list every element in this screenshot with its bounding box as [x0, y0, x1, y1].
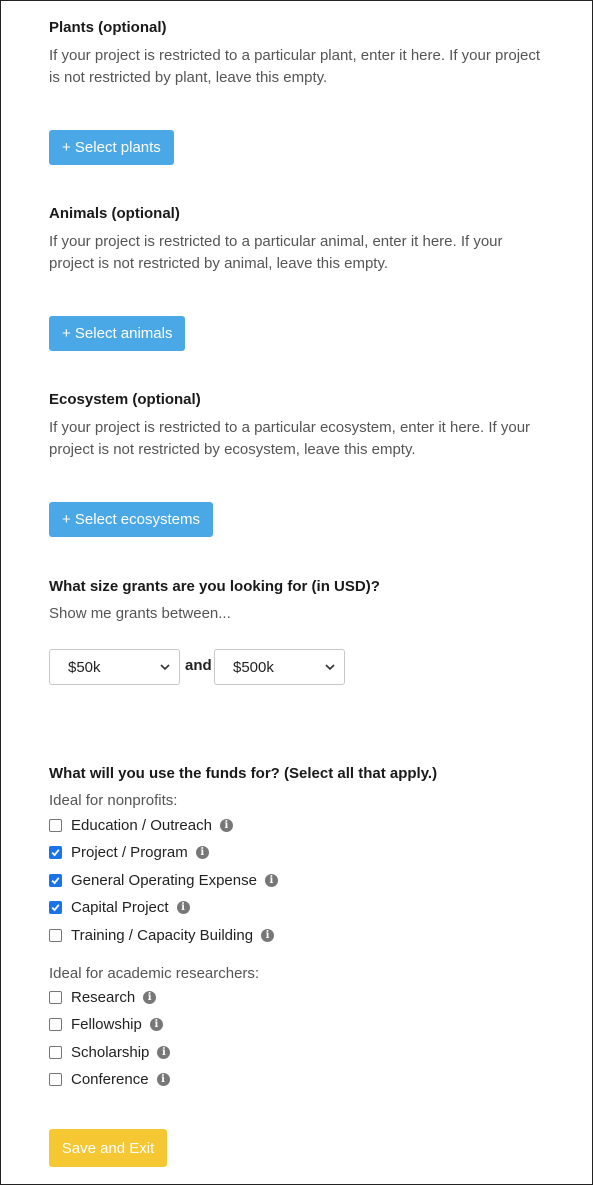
checkbox-label: Project / Program: [71, 844, 188, 861]
checkbox-row[interactable]: Education / Outreach i: [49, 815, 233, 835]
checkbox-checked[interactable]: [49, 846, 62, 859]
animals-title: Animals (optional): [49, 205, 180, 222]
info-icon[interactable]: i: [157, 1045, 171, 1059]
chevron-down-icon: [325, 664, 335, 671]
checkbox-row[interactable]: Project / Program i: [49, 843, 209, 863]
info-icon[interactable]: i: [143, 990, 157, 1004]
checkbox[interactable]: [49, 818, 62, 832]
checkbox-row[interactable]: Research i: [49, 987, 157, 1007]
checkbox-label: Conference: [71, 1071, 149, 1088]
checkbox-row[interactable]: Training / Capacity Building i: [49, 925, 275, 945]
checkbox[interactable]: [49, 990, 62, 1004]
and-label: and: [185, 657, 212, 674]
info-icon[interactable]: i: [264, 873, 278, 887]
grant-size-subtitle: Show me grants between...: [49, 605, 231, 622]
save-and-exit-button[interactable]: Save and Exit: [49, 1129, 167, 1167]
info-icon[interactable]: i: [156, 1073, 170, 1086]
checkbox-row[interactable]: Capital Project i: [49, 898, 190, 918]
min-grant-value: $50k: [68, 659, 101, 676]
grant-size-title: What size grants are you looking for (in…: [49, 578, 380, 595]
info-icon[interactable]: i: [261, 928, 275, 942]
checkbox-label: Training / Capacity Building: [71, 926, 254, 944]
max-grant-value: $500k: [233, 659, 274, 676]
animals-description: If your project is restricted to a parti…: [49, 233, 503, 272]
checkbox-label: Fellowship: [71, 1016, 142, 1033]
checkbox[interactable]: [49, 1018, 62, 1031]
checkbox-label: General Operating Expense: [71, 871, 257, 889]
checkbox-label: Research: [71, 988, 136, 1006]
checkbox-label: Education / Outreach: [71, 816, 212, 834]
funds-title: What will you use the funds for? (Select…: [49, 765, 438, 782]
select-animals-button[interactable]: + Select animals: [49, 316, 186, 351]
info-icon[interactable]: i: [219, 818, 233, 832]
checkmark-icon: [51, 876, 60, 884]
checkbox-checked[interactable]: [49, 873, 62, 887]
info-icon[interactable]: i: [176, 901, 190, 914]
checkbox[interactable]: [49, 928, 62, 942]
ecosystem-description: If your project is restricted to a parti…: [49, 419, 531, 458]
min-grant-select[interactable]: $50k: [49, 649, 180, 685]
select-ecosystems-button[interactable]: + Select ecosystems: [49, 502, 213, 537]
checkbox-row[interactable]: General Operating Expense i: [49, 870, 278, 890]
checkmark-icon: [51, 904, 60, 912]
checkbox[interactable]: [49, 1073, 62, 1086]
academic-label: Ideal for academic researchers:: [49, 965, 260, 982]
checkbox-checked[interactable]: [49, 901, 62, 914]
checkbox-label: Capital Project: [71, 899, 169, 916]
form-container: Plants (optional) If your project is res…: [0, 0, 593, 1185]
checkbox-row[interactable]: Fellowship i: [49, 1015, 163, 1035]
select-plants-button[interactable]: + Select plants: [49, 130, 174, 165]
info-icon[interactable]: i: [149, 1018, 163, 1031]
checkbox-label: Scholarship: [71, 1043, 150, 1061]
checkmark-icon: [51, 849, 60, 857]
ecosystem-title: Ecosystem (optional): [49, 391, 201, 408]
checkbox-row[interactable]: Scholarship i: [49, 1042, 171, 1062]
info-icon[interactable]: i: [195, 846, 209, 859]
chevron-down-icon: [160, 664, 170, 671]
nonprofits-label: Ideal for nonprofits:: [49, 792, 178, 809]
plants-description: If your project is restricted to a parti…: [49, 47, 541, 86]
plants-title: Plants (optional): [49, 19, 167, 36]
checkbox[interactable]: [49, 1045, 62, 1059]
max-grant-select[interactable]: $500k: [214, 649, 345, 685]
checkbox-row[interactable]: Conference i: [49, 1070, 170, 1090]
